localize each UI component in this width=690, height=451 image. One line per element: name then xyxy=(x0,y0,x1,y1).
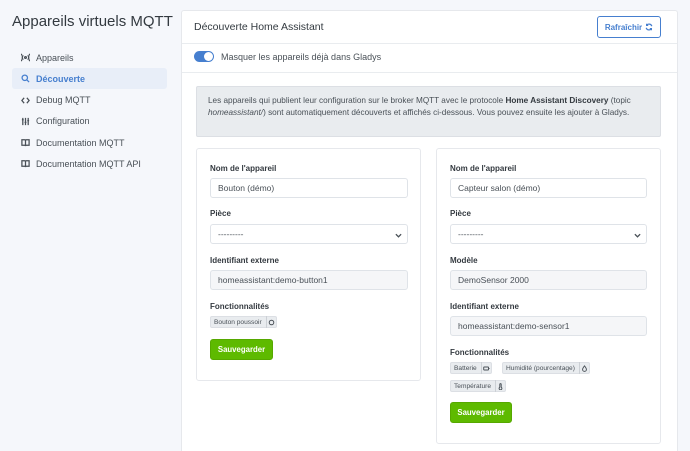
feature-badge: Batterie xyxy=(450,362,492,374)
thermometer-icon xyxy=(495,380,505,392)
broadcast-icon xyxy=(20,53,30,63)
features-label: Fonctionnalités xyxy=(450,348,510,357)
circle-icon xyxy=(265,316,276,328)
sliders-icon xyxy=(20,116,30,126)
sidebar-item-documentation-mqtt[interactable]: Documentation MQTT xyxy=(12,132,167,153)
sidebar-item-label: Debug MQTT xyxy=(36,95,91,106)
alert-text: (topic xyxy=(608,96,631,105)
alert-text: Les appareils qui publient leur configur… xyxy=(208,96,506,105)
feature-badge: Bouton poussoir xyxy=(210,316,277,328)
book-icon xyxy=(20,138,30,148)
hide-existing-toggle-label: Masquer les appareils déjà dans Gladys xyxy=(221,51,382,62)
room-select-value: --------- xyxy=(218,229,244,239)
save-button-label: Sauvegarder xyxy=(457,408,505,417)
droplet-icon xyxy=(578,362,589,374)
room-label: Pièce xyxy=(210,209,231,218)
divider xyxy=(182,72,677,73)
external-id-field: homeassistant:demo-button1 xyxy=(210,270,408,290)
sidebar-item-configuration[interactable]: Configuration xyxy=(12,111,167,132)
sidebar-item-decouverte[interactable]: Découverte xyxy=(12,68,167,90)
feature-badge-label: Bouton poussoir xyxy=(214,318,262,326)
external-id-label: Identifiant externe xyxy=(450,302,519,311)
feature-badge-label: Humidité (pourcentage) xyxy=(506,364,575,372)
sidebar-item-label: Configuration xyxy=(36,116,90,127)
chevron-down-icon xyxy=(395,231,402,238)
model-label: Modèle xyxy=(450,256,478,265)
book-icon xyxy=(20,159,30,169)
features-label: Fonctionnalités xyxy=(210,302,270,311)
device-name-value: Bouton (démo) xyxy=(218,183,275,193)
device-name-input[interactable]: Capteur salon (démo) xyxy=(450,178,647,198)
feature-badge-label: Température xyxy=(454,382,492,390)
save-button-label: Sauvegarder xyxy=(217,345,266,354)
room-select-value: --------- xyxy=(458,229,484,239)
sidebar-item-label: Appareils xyxy=(36,52,74,63)
alert-text: ) sont automatiquement découverts et aff… xyxy=(263,108,630,118)
info-alert: Les appareils qui publient leur configur… xyxy=(196,86,661,137)
device-name-input[interactable]: Bouton (démo) xyxy=(210,178,408,198)
device-card: Nom de l'appareil Capteur salon (démo) P… xyxy=(436,148,661,444)
external-id-label: Identifiant externe xyxy=(210,256,279,265)
model-value: DemoSensor 2000 xyxy=(458,275,529,285)
sidebar-item-label: Découverte xyxy=(36,73,86,84)
hide-existing-toggle-row: Masquer les appareils déjà dans Gladys xyxy=(194,51,381,62)
sidebar: Appareils Découverte Debug MQTT Configur… xyxy=(12,47,167,175)
code-icon xyxy=(20,95,30,105)
refresh-button-label: Rafraîchir xyxy=(604,22,643,32)
battery-icon xyxy=(480,362,491,374)
save-button[interactable]: Sauvegarder xyxy=(450,402,512,423)
device-name-label: Nom de l'appareil xyxy=(210,164,277,173)
sidebar-item-label: Documentation MQTT API xyxy=(36,158,141,169)
sidebar-item-debug-mqtt[interactable]: Debug MQTT xyxy=(12,90,167,111)
external-id-value: homeassistant:demo-sensor1 xyxy=(458,321,570,331)
chevron-down-icon xyxy=(634,231,641,238)
sidebar-item-label: Documentation MQTT xyxy=(36,137,125,148)
sidebar-item-documentation-mqtt-api[interactable]: Documentation MQTT API xyxy=(12,153,167,174)
room-select[interactable]: --------- xyxy=(450,224,647,244)
device-name-label: Nom de l'appareil xyxy=(450,164,517,173)
sidebar-item-appareils[interactable]: Appareils xyxy=(12,47,167,68)
feature-badge: Température xyxy=(450,380,507,392)
discovery-card: Découverte Home Assistant Rafraîchir Mas… xyxy=(181,10,678,451)
device-name-value: Capteur salon (démo) xyxy=(458,183,541,193)
room-select[interactable]: --------- xyxy=(210,224,408,244)
room-label: Pièce xyxy=(450,209,471,218)
feature-badge: Humidité (pourcentage) xyxy=(502,362,590,374)
alert-topic: homeassistant/ xyxy=(208,108,264,118)
save-button[interactable]: Sauvegarder xyxy=(210,339,273,360)
model-field: DemoSensor 2000 xyxy=(450,270,647,290)
external-id-field: homeassistant:demo-sensor1 xyxy=(450,316,647,336)
hide-existing-toggle[interactable] xyxy=(194,51,214,62)
search-icon xyxy=(20,74,30,84)
page-title: Découverte Home Assistant xyxy=(194,21,324,33)
feature-badge-label: Batterie xyxy=(454,364,477,372)
refresh-button[interactable]: Rafraîchir xyxy=(597,16,661,38)
app-title: Appareils virtuels MQTT xyxy=(12,13,173,30)
device-card: Nom de l'appareil Bouton (démo) Pièce --… xyxy=(196,148,421,381)
external-id-value: homeassistant:demo-button1 xyxy=(218,275,328,285)
alert-protocol-name: Home Assistant Discovery xyxy=(505,96,609,105)
refresh-icon xyxy=(645,23,653,31)
